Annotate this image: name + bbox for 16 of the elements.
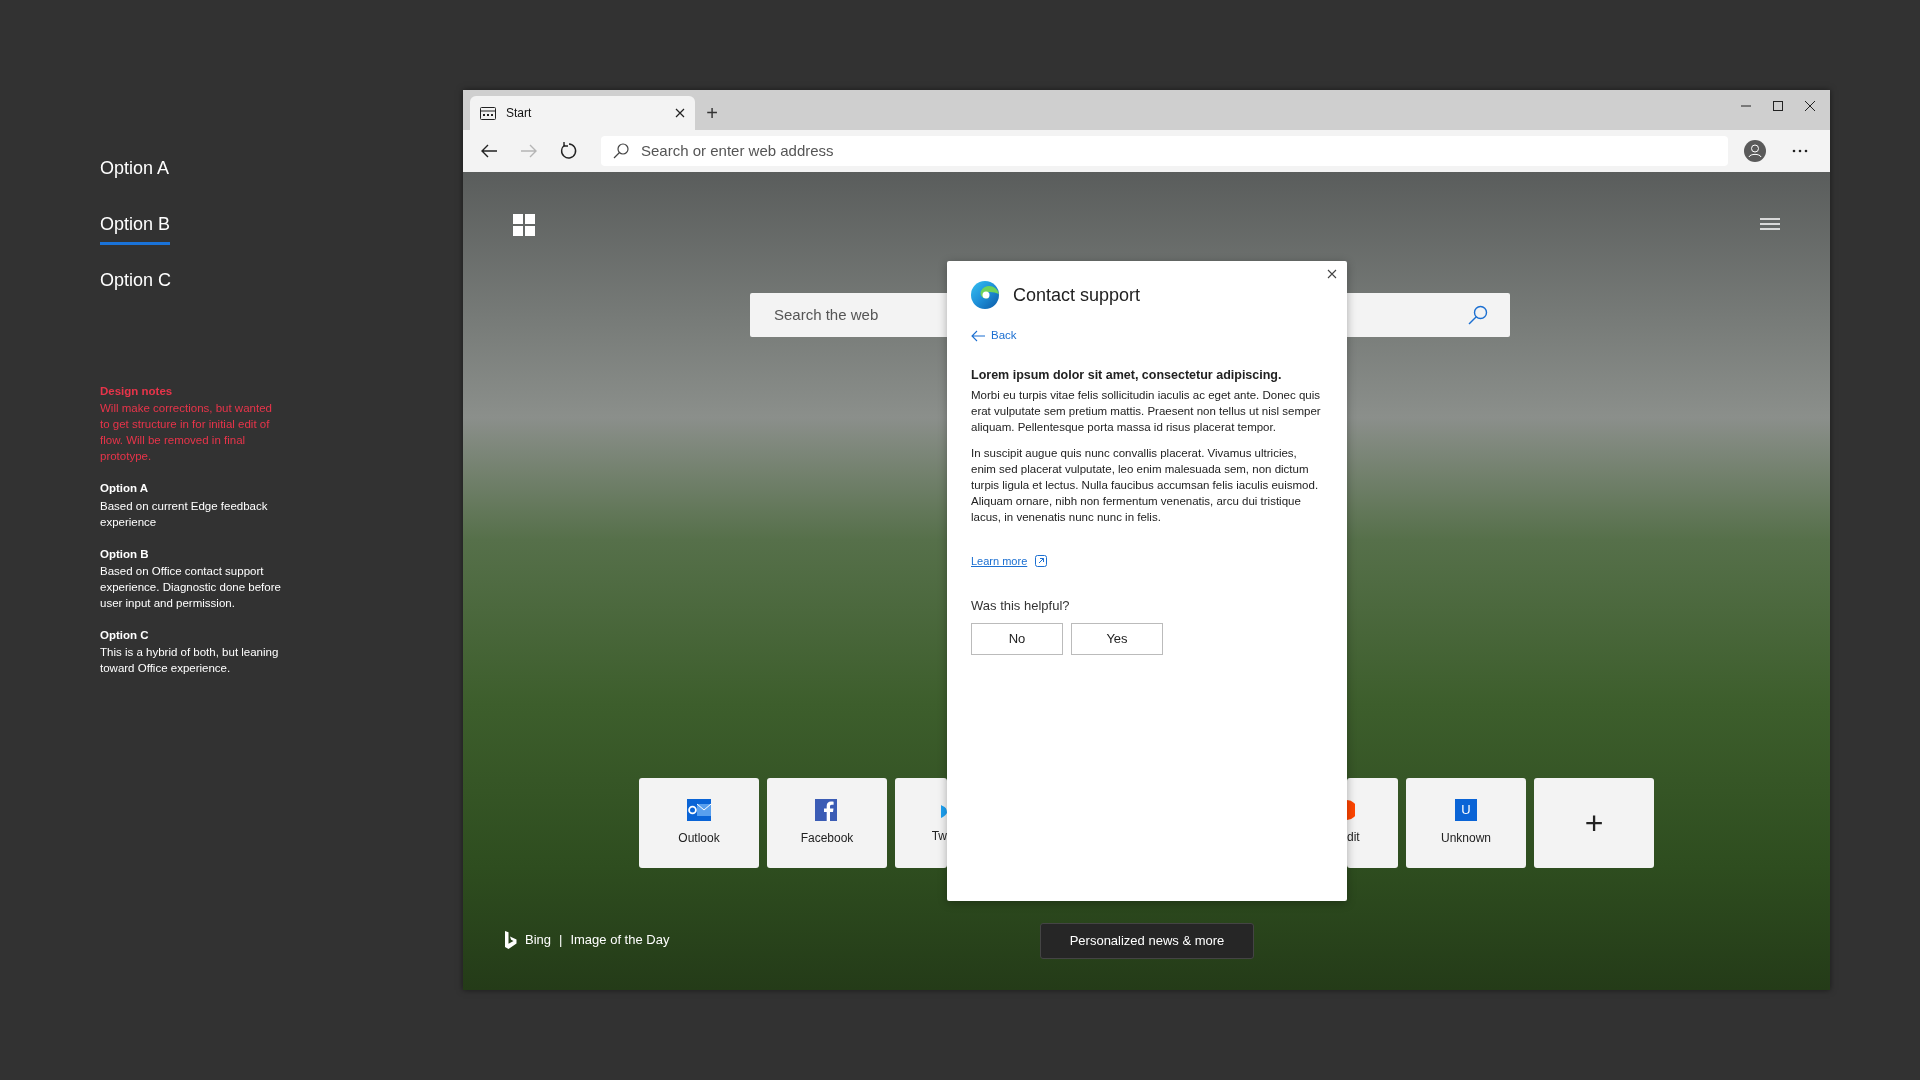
notes-heading: Design notes [100, 384, 174, 399]
note-text: Based on current Edge feedback experience [100, 498, 269, 530]
article-text: Morbi eu turpis vitae felis sollicitudin iaculis ac eget ante. Donec quis erat vulputate sem pretium mattis. Praesent non tellus ut nisl semper aliquam. Pellentesque porta massa id risus placerat tempor. [971, 388, 1322, 435]
note-text: Based on Office contact support experience. Diagnostic done before user input and permission. [100, 563, 282, 611]
question-text: Was this helpful? [971, 596, 1071, 615]
notes-text: Will make corrections, but wanted to get structure in for initial edit of flow. Will be removed in final prototype. [100, 401, 273, 465]
note-text: This is a hybrid of both, but leaning toward Office experience. [100, 645, 280, 676]
separator-text: | [559, 931, 563, 949]
note-heading: Option B [100, 546, 150, 562]
article-text: In suscipit augue quis nunc convallis placerat. Vivamus ultricies, enim sed placerat vulputate, leo enim malesuada sem, non dictum turpis ligula et lectus. Nulla faucibus accumsan felis iaculis euismod. Aliquam ornare, nibh non fermentum venenatis, arcu dui tristique lacus, in venenatis nunc nunc in felis. [971, 446, 1320, 525]
note-heading: Option C [100, 627, 150, 643]
letter-icon: U [1455, 799, 1477, 821]
dialog-title: Contact support [1013, 283, 1141, 307]
article-heading: Lorem ipsum dolor sit amet, consectetur adipiscing. [971, 367, 1283, 385]
note-heading: Option A [100, 481, 150, 497]
tab-title: Start [506, 105, 533, 122]
